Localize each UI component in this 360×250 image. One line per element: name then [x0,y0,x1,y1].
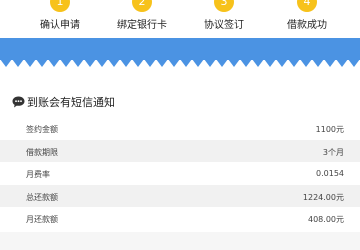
step-number-badge: 1 [50,0,70,12]
detail-row-contract-amount: 签约金额 1100元 [0,117,360,140]
chat-bubble-icon [12,96,25,108]
detail-value: 408.00元 [308,215,344,224]
detail-value: 3个月 [322,147,344,157]
step-number-badge: 3 [214,0,234,12]
detail-row-total-repayment: 总还款额 1224.00元 [0,184,360,207]
step-label: 协议签订 [204,20,244,31]
detail-label: 总还款额 [26,192,58,202]
detail-label: 月费率 [26,170,50,179]
progress-steps: 1 确认申请 2 绑定银行卡 3 协议签订 4 借款成功 [0,0,360,36]
step-sign-agreement: 3 协议签订 [179,0,269,36]
step-number-badge: 2 [132,0,152,12]
sms-notice: 到账会有短信通知 [12,95,115,109]
detail-value: 1224.00元 [302,192,344,202]
step-loan-success: 4 借款成功 [262,0,352,36]
zigzag-divider [0,59,360,67]
blue-banner [0,38,360,60]
detail-row-loan-term: 借款期限 3个月 [0,139,360,162]
detail-row-monthly-repayment: 月还款额 408.00元 [0,207,360,230]
step-number-badge: 4 [297,0,317,12]
bottom-strip [0,232,360,250]
step-confirm-application: 1 确认申请 [15,0,105,36]
detail-label: 签约金额 [26,125,58,134]
detail-label: 月还款额 [26,215,58,224]
step-label: 借款成功 [287,20,327,31]
step-label: 确认申请 [40,20,80,31]
notice-title: 到账会有短信通知 [27,96,115,109]
detail-value: 1100元 [315,125,344,134]
step-bind-bank-card: 2 绑定银行卡 [97,0,187,36]
detail-value: 0.0154 [316,169,344,178]
detail-label: 借款期限 [26,147,58,157]
detail-row-monthly-rate: 月费率 0.0154 [0,162,360,185]
loan-details-table: 签约金额 1100元 借款期限 3个月 月费率 0.0154 总还款额 1224… [0,117,360,230]
step-label: 绑定银行卡 [117,20,167,31]
